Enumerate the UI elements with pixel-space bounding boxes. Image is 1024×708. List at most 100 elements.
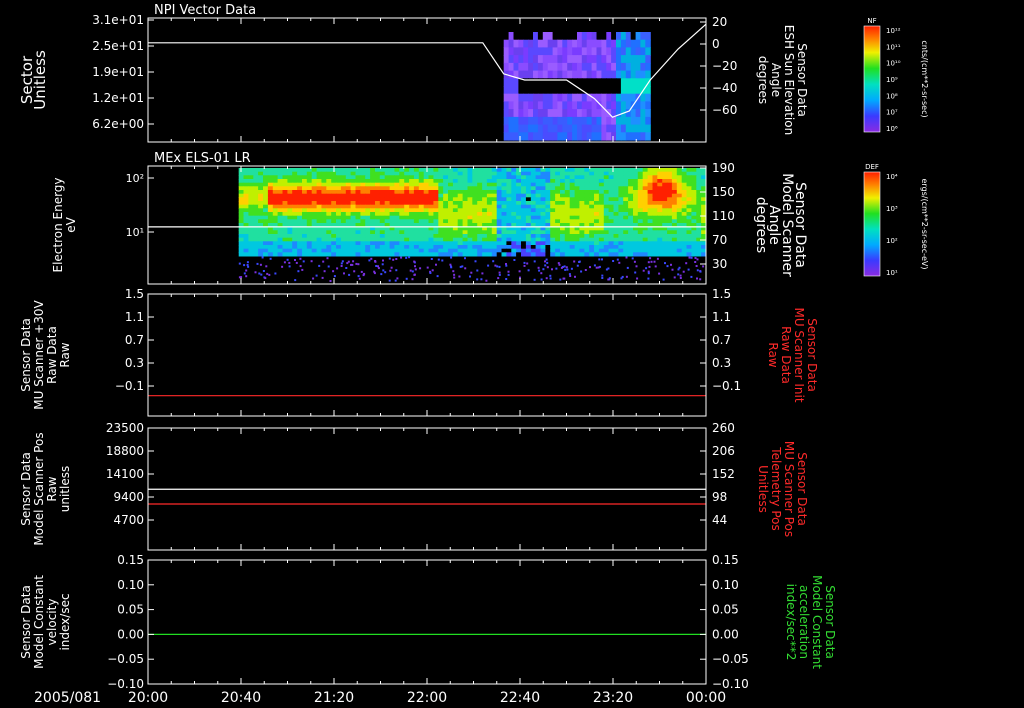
spectrogram-cell bbox=[628, 208, 634, 213]
spectrogram-cell bbox=[662, 175, 668, 180]
spectrogram-cell bbox=[452, 212, 459, 217]
spectrogram-cell bbox=[562, 47, 568, 56]
spectrogram-cell bbox=[552, 39, 559, 48]
spectrogram-speckle bbox=[625, 275, 628, 278]
spectrogram-cell bbox=[535, 215, 541, 220]
spectrogram-cell bbox=[360, 171, 366, 176]
spectrogram-cell bbox=[384, 212, 391, 217]
spectrogram-cell bbox=[560, 215, 566, 220]
spectrogram-cell bbox=[540, 208, 546, 213]
spectrogram-cell bbox=[623, 237, 629, 242]
spectrogram-cell bbox=[326, 175, 332, 180]
spectrogram-cell bbox=[496, 241, 503, 246]
spectrogram-cell bbox=[589, 245, 595, 250]
spectrogram-cell bbox=[345, 212, 352, 217]
spectrogram-cell bbox=[545, 193, 551, 198]
spectrogram-cell bbox=[394, 237, 400, 242]
y2-tick-label: 0.15 bbox=[712, 553, 739, 567]
spectrogram-cell bbox=[370, 219, 376, 224]
spectrogram-cell bbox=[277, 237, 283, 242]
spectrogram-cell bbox=[596, 116, 602, 126]
spectrogram-cell bbox=[560, 230, 566, 235]
spectrogram-cell bbox=[477, 230, 483, 235]
spectrogram-cell bbox=[292, 241, 298, 246]
spectrogram-cell bbox=[452, 237, 459, 242]
spectrogram-cell bbox=[530, 234, 537, 239]
spectrogram-cell bbox=[691, 212, 697, 217]
spectrogram-cell bbox=[384, 230, 391, 235]
spectrogram-cell bbox=[521, 215, 527, 220]
spectrogram-cell bbox=[637, 234, 644, 239]
spectrogram-cell bbox=[482, 219, 488, 224]
spectrogram-cell bbox=[360, 201, 366, 206]
spectrogram-cell bbox=[537, 116, 544, 126]
spectrogram-cell bbox=[292, 230, 298, 235]
y2-tick-label: 1.5 bbox=[712, 287, 731, 301]
spectrogram-cell bbox=[652, 171, 658, 176]
spectrogram-cell bbox=[438, 186, 444, 191]
spectrogram-cell bbox=[662, 234, 668, 239]
spectrogram-speckle bbox=[358, 277, 361, 280]
spectrogram-cell bbox=[243, 237, 249, 242]
spectrogram-cell bbox=[647, 201, 653, 206]
spectrogram-cell bbox=[550, 186, 556, 191]
spectrogram-cell bbox=[452, 186, 459, 191]
left-axis-label-line: Electron Energy bbox=[51, 177, 65, 272]
spectrogram-cell bbox=[657, 234, 663, 239]
spectrogram-cell bbox=[547, 32, 554, 41]
spectrogram-cell bbox=[258, 212, 264, 217]
spectrogram-cell bbox=[613, 186, 619, 191]
spectrogram-cell bbox=[321, 208, 327, 213]
spectrogram-speckle bbox=[527, 269, 530, 272]
spectrogram-cell bbox=[350, 248, 356, 253]
spectrogram-cell bbox=[530, 241, 537, 246]
spectrogram-cell bbox=[399, 204, 405, 209]
spectrogram-cell bbox=[535, 204, 541, 209]
spectrogram-cell bbox=[355, 212, 361, 217]
spectrogram-cell bbox=[542, 55, 549, 64]
spectrogram-cell bbox=[635, 116, 642, 126]
spectrogram-cell bbox=[625, 86, 632, 95]
spectrogram-cell bbox=[662, 208, 668, 213]
spectrogram-cell bbox=[331, 212, 337, 217]
spectrogram-cell bbox=[613, 237, 619, 242]
spectrogram-cell bbox=[579, 186, 585, 191]
spectrogram-cell bbox=[443, 175, 449, 180]
spectrogram-cell bbox=[336, 208, 342, 213]
spectrogram-cell bbox=[662, 245, 668, 250]
spectrogram-cell bbox=[579, 215, 585, 220]
spectrogram-cell bbox=[623, 171, 629, 176]
spectrogram-cell bbox=[496, 252, 503, 257]
spectrogram-cell bbox=[297, 182, 303, 187]
spectrogram-cell bbox=[521, 208, 527, 213]
spectrogram-cell bbox=[267, 190, 274, 195]
spectrogram-cell bbox=[518, 55, 524, 64]
spectrogram-cell bbox=[350, 234, 356, 239]
spectrogram-cell bbox=[647, 241, 653, 246]
spectrogram-cell bbox=[533, 101, 539, 110]
spectrogram-cell bbox=[657, 237, 663, 242]
spectrogram-cell bbox=[633, 182, 639, 187]
spectrogram-cell bbox=[409, 215, 415, 220]
spectrogram-cell bbox=[691, 252, 697, 257]
spectrogram-cell bbox=[399, 193, 405, 198]
spectrogram-cell bbox=[681, 204, 688, 209]
spectrogram-cell bbox=[423, 252, 430, 257]
spectrogram-cell bbox=[662, 201, 668, 206]
spectrogram-cell bbox=[594, 182, 600, 187]
spectrogram-cell bbox=[523, 32, 529, 41]
spectrogram-cell bbox=[523, 55, 529, 64]
spectrogram-cell bbox=[272, 237, 279, 242]
spectrogram-cell bbox=[598, 190, 605, 195]
spectrogram-cell bbox=[311, 190, 318, 195]
spectrogram-cell bbox=[457, 234, 464, 239]
spectrogram-cell bbox=[686, 168, 692, 173]
spectrogram-cell bbox=[564, 193, 571, 198]
spectrogram-cell bbox=[630, 86, 637, 95]
spectrogram-cell bbox=[501, 219, 507, 224]
spectrogram-cell bbox=[433, 208, 439, 213]
spectrogram-cell bbox=[589, 219, 595, 224]
spectrogram-cell bbox=[306, 197, 313, 202]
spectrogram-speckle bbox=[347, 260, 350, 263]
y2-tick-label: 152 bbox=[712, 467, 735, 481]
